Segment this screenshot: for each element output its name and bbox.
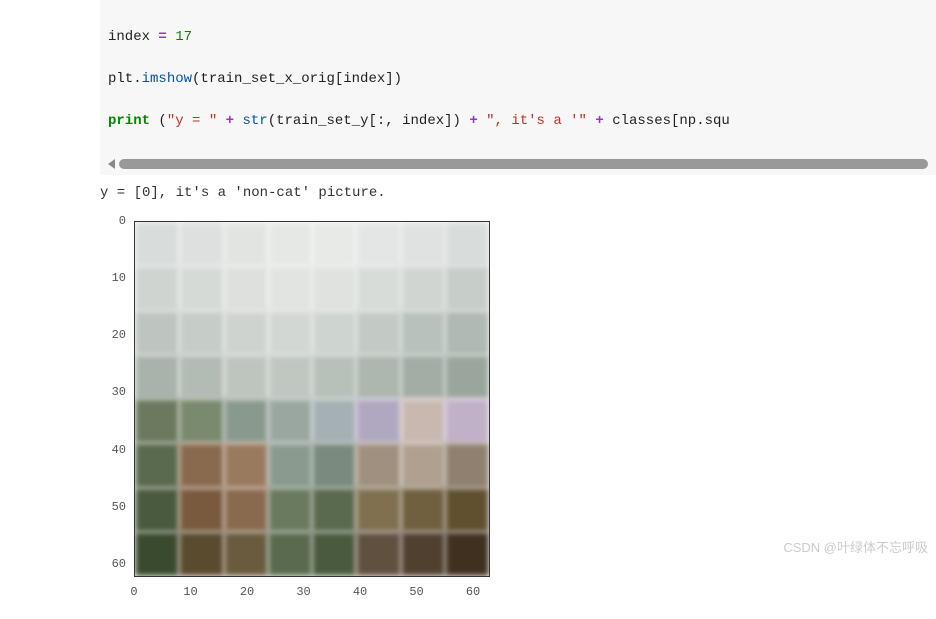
plot-frame	[134, 221, 490, 577]
x-tick: 0	[130, 585, 137, 599]
plot-image	[135, 222, 489, 576]
output-text: y = [0], it's a 'non-cat' picture.	[100, 185, 936, 201]
x-tick: 50	[409, 585, 423, 599]
y-tick: 20	[112, 328, 126, 342]
code-num: 17	[175, 29, 192, 45]
code-op: =	[158, 29, 175, 45]
scroll-track[interactable]	[119, 159, 928, 169]
code-fn: str	[242, 113, 267, 129]
code-fn: imshow	[142, 71, 192, 87]
scroll-left-icon[interactable]	[108, 159, 115, 169]
x-tick: 40	[353, 585, 367, 599]
y-tick: 30	[112, 385, 126, 399]
code-args: (train_set_x_orig[index])	[192, 71, 402, 87]
code-paren: (	[150, 113, 167, 129]
x-tick: 20	[240, 585, 254, 599]
code-op: +	[217, 113, 242, 129]
y-tick: 10	[112, 271, 126, 285]
x-tick: 30	[296, 585, 310, 599]
code-line-2: plt.imshow(train_set_x_orig[index])	[108, 69, 928, 90]
y-tick: 50	[112, 500, 126, 514]
horizontal-scrollbar[interactable]	[100, 155, 936, 175]
code-op: +	[587, 113, 612, 129]
code-id: classes[np.squ	[612, 113, 730, 129]
code-cell: index = 17 plt.imshow(train_set_x_orig[i…	[100, 0, 936, 155]
code-str: ", it's a '"	[486, 113, 587, 129]
code-id: plt.	[108, 71, 142, 87]
watermark: CSDN @叶绿体不忘呼吸	[783, 537, 928, 556]
code-line-1: index = 17	[108, 27, 928, 48]
y-tick: 0	[119, 214, 126, 228]
x-tick: 10	[183, 585, 197, 599]
code-args: (train_set_y[:, index])	[268, 113, 470, 129]
x-tick: 60	[466, 585, 480, 599]
code-op: +	[469, 113, 486, 129]
y-tick: 40	[112, 443, 126, 457]
y-tick: 60	[112, 557, 126, 571]
code-line-3: print ("y = " + str(train_set_y[:, index…	[108, 111, 928, 132]
code-var: index	[108, 29, 158, 45]
code-str: "y = "	[167, 113, 217, 129]
code-kw: print	[108, 113, 150, 129]
y-axis-ticks: 0 10 20 30 40 50 60	[104, 221, 130, 581]
imshow-plot: 0 10 20 30 40 50 60 0 10 20 30	[104, 209, 504, 619]
